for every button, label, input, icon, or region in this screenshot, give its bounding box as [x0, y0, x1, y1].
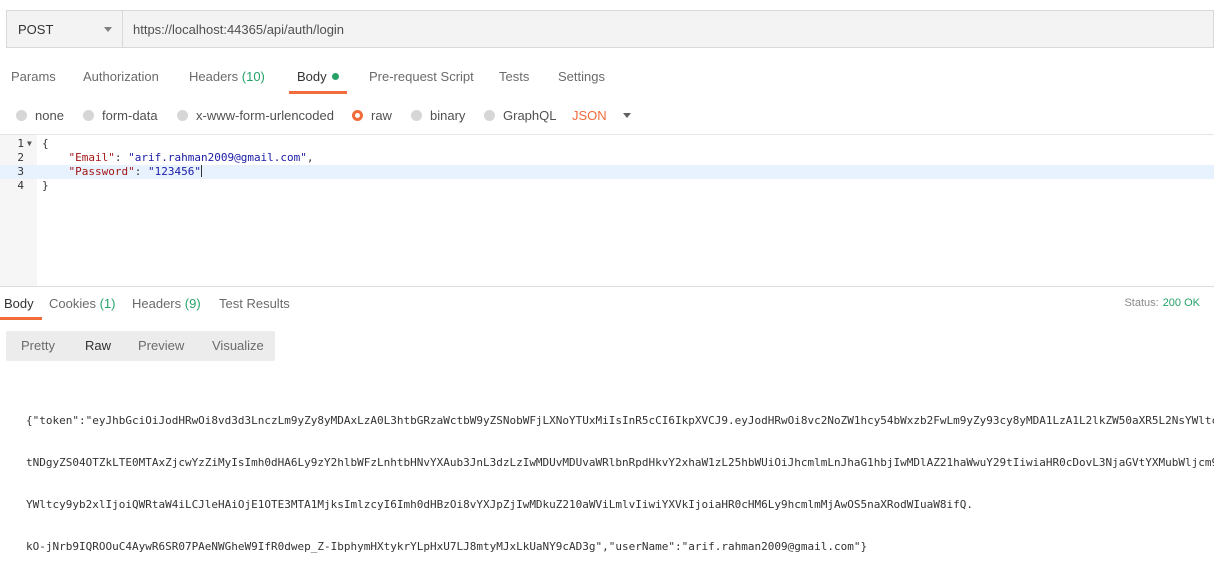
radio-selected-icon: [352, 109, 363, 121]
chevron-down-icon: [622, 112, 631, 118]
request-url-bar: POST https://localhost:44365/api/auth/lo…: [6, 10, 1214, 48]
response-panel: Body Cookies (1) Headers (9) Test Result…: [0, 286, 1214, 553]
tab-tests-label: Tests: [499, 69, 530, 84]
tab-body[interactable]: Body: [289, 62, 347, 94]
response-tab-body-label: Body: [4, 296, 34, 311]
json-key: "Password": [68, 165, 135, 178]
response-line: tNDgyZS04OTZkLTE0MTAxZjcwYzZiMyIsImh0dHA…: [26, 456, 1214, 469]
response-line: {"token":"eyJhbGciOiJodHRwOi8vd3d3LnczLm…: [26, 414, 1214, 427]
tab-authorization[interactable]: Authorization: [83, 62, 159, 92]
radio-circle-icon: [177, 109, 188, 121]
code-line: 1 ▼ {: [0, 137, 1214, 151]
tab-settings[interactable]: Settings: [558, 62, 605, 92]
response-view-toggle: Pretty Raw Preview Visualize: [6, 331, 275, 361]
response-tab-headers-label: Headers: [132, 296, 182, 311]
view-preview-button[interactable]: Preview: [138, 331, 184, 361]
json-separator: :: [134, 165, 148, 178]
format-select-label: JSON: [572, 107, 607, 123]
tab-headers[interactable]: Headers (10): [189, 62, 265, 92]
method-label: POST: [18, 21, 54, 37]
tab-settings-label: Settings: [558, 69, 605, 84]
json-key: "Email": [68, 151, 115, 164]
tab-params-label: Params: [11, 69, 56, 84]
response-tab-body[interactable]: Body: [0, 287, 42, 320]
tab-prerequest-label: Pre-request Script: [369, 69, 474, 84]
fold-arrow-icon[interactable]: ▼: [27, 137, 32, 151]
format-select[interactable]: JSON: [572, 102, 631, 128]
radio-binary[interactable]: binary: [411, 102, 465, 128]
code-text: "Email": "arif.rahman2009@gmail.com",: [42, 151, 314, 165]
radio-circle-icon: [16, 109, 27, 121]
radio-graphql-label: GraphQL: [503, 107, 557, 123]
status-value: 200 OK: [1162, 297, 1200, 309]
response-tab-cookies[interactable]: Cookies (1): [49, 287, 115, 320]
json-comma: ,: [306, 151, 314, 164]
radio-binary-label: binary: [430, 107, 466, 123]
radio-graphql[interactable]: GraphQL: [484, 102, 556, 128]
response-tab-cookies-label: Cookies: [49, 296, 96, 311]
radio-circle-icon: [484, 109, 495, 121]
view-visualize-button[interactable]: Visualize: [212, 331, 264, 361]
request-tabs: Params Authorization Headers (10) Body P…: [0, 62, 1214, 94]
radio-circle-icon: [411, 109, 422, 121]
radio-none[interactable]: none: [16, 102, 64, 128]
line-number: 1: [17, 137, 24, 150]
modified-dot-icon: [331, 73, 339, 80]
json-value: "arif.rahman2009@gmail.com": [128, 151, 307, 164]
view-pretty-button[interactable]: Pretty: [21, 331, 55, 361]
response-headers-count-badge: (9): [184, 296, 201, 311]
method-select[interactable]: POST: [7, 11, 123, 47]
line-number: 4: [17, 179, 24, 192]
headers-count-badge: (10): [241, 69, 265, 84]
tab-headers-label: Headers: [189, 69, 239, 84]
radio-raw[interactable]: raw: [352, 102, 392, 128]
line-number: 3: [17, 165, 24, 178]
radio-urlencoded[interactable]: x-www-form-urlencoded: [177, 102, 334, 128]
tab-params[interactable]: Params: [11, 62, 56, 92]
chevron-down-icon: [104, 27, 112, 32]
radio-form-data-label: form-data: [102, 107, 158, 123]
response-tab-test-results-label: Test Results: [219, 296, 290, 311]
tab-body-label: Body: [297, 69, 327, 84]
status-label: Status:: [1124, 297, 1159, 309]
response-line: kO-jNrb9IQROOuC4AywR6SR07PAeNWGheW9IfR0d…: [26, 540, 868, 553]
code-line: 2 "Email": "arif.rahman2009@gmail.com",: [0, 151, 1214, 165]
code-line: 4 }: [0, 179, 1214, 193]
code-line-active: 3 "Password": "123456": [0, 165, 1214, 179]
response-body-text[interactable]: {"token":"eyJhbGciOiJodHRwOi8vd3d3LnczLm…: [26, 386, 1214, 582]
radio-circle-icon: [83, 109, 94, 121]
json-value: "123456": [147, 165, 201, 178]
view-raw-button[interactable]: Raw: [85, 331, 111, 361]
tab-tests[interactable]: Tests: [499, 62, 529, 92]
text-cursor: [200, 165, 202, 177]
radio-raw-label: raw: [371, 107, 392, 123]
code-text: {: [42, 137, 49, 150]
response-tab-test-results[interactable]: Test Results: [219, 287, 290, 320]
url-input[interactable]: https://localhost:44365/api/auth/login: [133, 11, 344, 47]
radio-none-label: none: [35, 107, 64, 123]
code-text: }: [42, 179, 49, 192]
response-line: YWltcy9yb2xlIjoiQWRtaW4iLCJleHAiOjE1OTE3…: [26, 498, 974, 511]
radio-urlencoded-label: x-www-form-urlencoded: [196, 107, 334, 123]
response-status: Status: 200 OK: [1124, 287, 1200, 320]
cookies-count-badge: (1): [99, 296, 116, 311]
radio-form-data[interactable]: form-data: [83, 102, 158, 128]
response-tab-headers[interactable]: Headers (9): [132, 287, 201, 320]
line-number: 2: [17, 151, 24, 164]
tab-prerequest-script[interactable]: Pre-request Script: [369, 62, 474, 92]
json-separator: :: [114, 151, 129, 164]
request-body-editor[interactable]: 1 ▼ { 2 "Email": "arif.rahman2009@gmail.…: [0, 134, 1214, 287]
tab-authorization-label: Authorization: [83, 69, 159, 84]
code-text: "Password": "123456": [42, 165, 202, 179]
